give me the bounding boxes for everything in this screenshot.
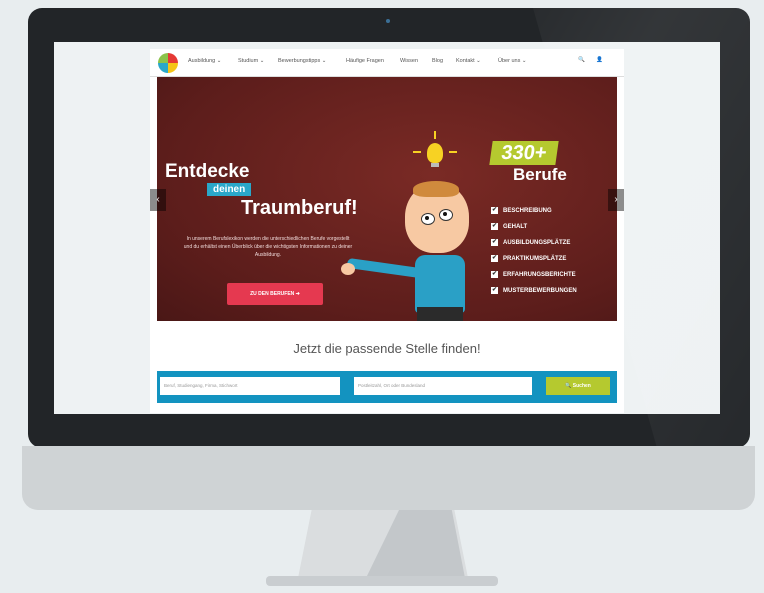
site-logo[interactable] bbox=[158, 53, 178, 73]
berufe-label: Berufe bbox=[513, 165, 567, 184]
location-input[interactable]: Postleitzahl, Ort oder Bundesland bbox=[354, 377, 532, 395]
keyword-input[interactable]: Beruf, Studiengang, Firma, Stichwort bbox=[160, 377, 340, 395]
lightbulb-icon bbox=[427, 143, 443, 163]
hero-slider: Entdecke deinen Traumberuf! In unserem B… bbox=[157, 77, 617, 321]
character-torso bbox=[415, 255, 465, 313]
character-pupil bbox=[425, 216, 429, 220]
user-icon[interactable]: 👤 bbox=[596, 57, 603, 63]
check-icon: ✔ bbox=[491, 255, 498, 262]
monitor-chin bbox=[22, 446, 755, 510]
feature-item: ✔ MUSTERBEWERBUNGEN bbox=[491, 287, 577, 295]
character-pants bbox=[417, 307, 463, 321]
slider-prev-button[interactable]: ‹ bbox=[150, 189, 166, 211]
feature-item: ✔ PRAKTIKUMSPLÄTZE bbox=[491, 255, 567, 263]
search-icon[interactable]: 🔍 bbox=[578, 57, 585, 63]
lightbulb-ray bbox=[434, 131, 436, 139]
nav-item-blog[interactable]: Blog bbox=[432, 58, 443, 64]
lightbulb-base bbox=[431, 163, 439, 167]
website: Ausbildung ⌄ Studium ⌄ Bewerbungstipps ⌄… bbox=[150, 49, 624, 413]
nav-item-studium[interactable]: Studium ⌄ bbox=[238, 58, 264, 64]
character-arm bbox=[346, 257, 422, 279]
nav-item-wissen[interactable]: Wissen bbox=[400, 58, 418, 64]
hero-headline-3: Traumberuf! bbox=[241, 197, 358, 219]
search-button[interactable]: 🔍 Suchen bbox=[546, 377, 610, 395]
lightbulb-ray bbox=[413, 151, 421, 153]
character-hair bbox=[413, 181, 459, 197]
check-icon: ✔ bbox=[491, 271, 498, 278]
nav-item-kontakt[interactable]: Kontakt ⌄ bbox=[456, 58, 481, 64]
feature-item: ✔ AUSBILDUNGSPLÄTZE bbox=[491, 239, 571, 247]
check-icon: ✔ bbox=[491, 223, 498, 230]
zu-den-berufen-button[interactable]: ZU DEN BERUFEN ➜ bbox=[227, 283, 323, 305]
berufe-count: 330+ bbox=[489, 141, 559, 165]
camera-icon bbox=[386, 19, 390, 23]
nav-item-haeufige-fragen[interactable]: Häufige Fragen bbox=[346, 58, 384, 64]
feature-item: ✔ ERFAHRUNGSBERICHTE bbox=[491, 271, 576, 279]
hero-description: In unserem Berufslexikon werden die unte… bbox=[183, 236, 353, 258]
check-icon: ✔ bbox=[491, 207, 498, 214]
nav-item-ausbildung[interactable]: Ausbildung ⌄ bbox=[188, 58, 221, 64]
monitor-stand-base bbox=[266, 576, 498, 586]
search-title: Jetzt die passende Stelle finden! bbox=[293, 341, 481, 356]
feature-item: ✔ GEHALT bbox=[491, 223, 528, 231]
hero-headline-2: deinen bbox=[207, 183, 252, 196]
check-icon: ✔ bbox=[491, 287, 498, 294]
nav-item-ueber-uns[interactable]: Über uns ⌄ bbox=[498, 58, 526, 64]
character-pupil bbox=[443, 212, 447, 216]
feature-item: ✔ BESCHREIBUNG bbox=[491, 207, 552, 215]
check-icon: ✔ bbox=[491, 239, 498, 246]
navbar: Ausbildung ⌄ Studium ⌄ Bewerbungstipps ⌄… bbox=[150, 49, 624, 77]
lightbulb-ray bbox=[449, 151, 457, 153]
character-hand bbox=[341, 263, 355, 275]
nav-item-bewerbungstipps[interactable]: Bewerbungstipps ⌄ bbox=[278, 58, 326, 64]
slider-next-button[interactable]: › bbox=[608, 189, 624, 211]
hero-headline-1: Entdecke bbox=[165, 161, 250, 182]
